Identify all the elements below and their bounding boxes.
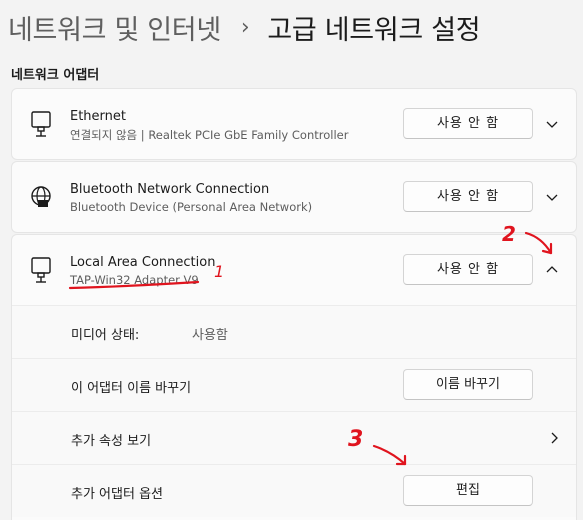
adapter-description: 연결되지 않음 | Realtek PCIe GbE Family Contro… — [70, 128, 349, 142]
page-title: 고급 네트워크 설정 — [267, 14, 481, 46]
ethernet-adapter-icon — [31, 257, 51, 283]
more-properties-label: 추가 속성 보기 — [71, 434, 152, 449]
adapter-name: Bluetooth Network Connection — [70, 182, 270, 197]
detail-row-media-state: 미디어 상태: 사용함 — [12, 306, 576, 358]
adapter-card-bluetooth[interactable]: Bluetooth Network Connection Bluetooth D… — [11, 161, 577, 233]
media-state-value: 사용함 — [192, 328, 228, 343]
adapter-card-ethernet[interactable]: Ethernet 연결되지 않음 | Realtek PCIe GbE Fami… — [11, 88, 577, 160]
section-title-network-adapters: 네트워크 어댑터 — [11, 68, 100, 83]
adapter-description: Bluetooth Device (Personal Area Network) — [70, 200, 313, 214]
breadcrumb-separator: › — [240, 14, 250, 40]
rename-button[interactable]: 이름 바꾸기 — [403, 369, 533, 400]
adapter-card-local-area-connection[interactable]: Local Area Connection TAP-Win32 Adapter … — [11, 234, 577, 520]
chevron-down-icon[interactable] — [544, 189, 560, 205]
rename-adapter-label: 이 어댑터 이름 바꾸기 — [71, 381, 192, 396]
disable-button-local-area-connection[interactable]: 사용 안 함 — [403, 254, 533, 285]
adapter-details-panel: 미디어 상태: 사용함 이 어댑터 이름 바꾸기 이름 바꾸기 추가 속성 보기… — [12, 306, 576, 517]
chevron-down-icon[interactable] — [544, 116, 560, 132]
breadcrumb: 네트워크 및 인터넷 › 고급 네트워크 설정 — [8, 2, 481, 52]
detail-row-more-properties[interactable]: 추가 속성 보기 — [12, 411, 576, 464]
adapter-name: Local Area Connection — [70, 255, 216, 270]
media-state-label: 미디어 상태: — [71, 328, 140, 343]
adapter-description: TAP-Win32 Adapter V9 — [70, 273, 199, 287]
detail-row-more-options: 추가 어댑터 옵션 편집 — [12, 464, 576, 517]
chevron-right-icon[interactable] — [546, 430, 562, 446]
adapter-name: Ethernet — [70, 109, 126, 124]
bluetooth-network-globe-icon — [31, 186, 51, 207]
ethernet-adapter-icon — [31, 111, 51, 137]
edit-button[interactable]: 편집 — [403, 475, 533, 506]
disable-button-bluetooth[interactable]: 사용 안 함 — [403, 181, 533, 212]
detail-row-rename: 이 어댑터 이름 바꾸기 이름 바꾸기 — [12, 358, 576, 411]
disable-button-ethernet[interactable]: 사용 안 함 — [403, 108, 533, 139]
chevron-up-icon[interactable] — [544, 262, 560, 278]
more-adapter-options-label: 추가 어댑터 옵션 — [71, 487, 163, 502]
breadcrumb-parent-link[interactable]: 네트워크 및 인터넷 — [8, 8, 221, 47]
